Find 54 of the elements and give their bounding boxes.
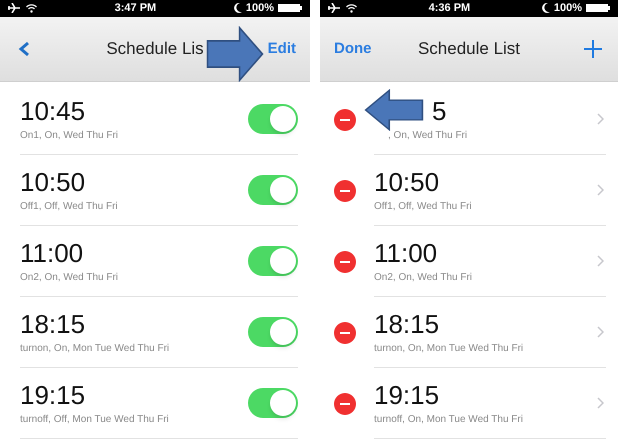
- battery-percent: 100%: [554, 1, 582, 16]
- screen-title: Schedule Lis: [106, 39, 204, 58]
- delete-icon[interactable]: [334, 180, 356, 202]
- schedule-detail: turnon, On, Mon Tue Wed Thu Fri: [374, 342, 524, 356]
- callout-arrow: [364, 89, 424, 131]
- screen-title: Schedule List: [418, 39, 520, 58]
- schedule-time: 19:15: [20, 380, 86, 410]
- schedule-detail: On2, On, Wed Thu Fri: [374, 270, 472, 284]
- schedule-detail: Off1, Off, Wed Thu Fri: [20, 200, 118, 214]
- schedule-detail: , On, Wed Thu Fri: [388, 128, 468, 142]
- nav-button[interactable]: Edit: [268, 38, 296, 60]
- schedule-detail: turnoff, On, Mon Tue Wed Thu Fri: [374, 412, 523, 426]
- schedule-time: 11:00: [20, 238, 84, 268]
- wifi-icon: [346, 4, 357, 13]
- airplane-icon: [328, 3, 340, 14]
- chevron-icon: [597, 255, 604, 267]
- schedule-time: 18:15: [20, 308, 86, 338]
- schedule-detail: On1, On, Wed Thu Fri: [20, 128, 118, 142]
- toggle-switch[interactable]: [248, 104, 298, 134]
- callout-arrow: [206, 26, 264, 82]
- status-time: 4:36 PM: [428, 1, 470, 16]
- schedule-time: 10:50: [374, 166, 440, 196]
- battery-percent: 100%: [246, 1, 274, 16]
- moon-icon: [542, 3, 550, 14]
- schedule-detail: Off1, Off, Wed Thu Fri: [374, 200, 472, 214]
- toggle-switch[interactable]: [248, 175, 298, 205]
- delete-icon[interactable]: [334, 250, 356, 272]
- chevron-icon: [597, 326, 604, 338]
- schedule-detail: turnon, On, Mon Tue Wed Thu Fri: [20, 342, 170, 356]
- chevron-icon: [597, 397, 604, 409]
- status-time: 3:47 PM: [114, 1, 156, 16]
- airplane-icon: [8, 3, 20, 14]
- schedule-time: 11:00: [374, 238, 438, 268]
- schedule-time: 10:45: [20, 96, 86, 126]
- delete-icon[interactable]: [334, 108, 356, 130]
- schedule-detail: turnoff, Off, Mon Tue Wed Thu Fri: [20, 412, 169, 426]
- wifi-icon: [26, 4, 37, 13]
- schedule-time: 10:50: [20, 166, 86, 196]
- toggle-switch[interactable]: [248, 317, 298, 347]
- moon-icon: [234, 3, 242, 14]
- schedule-detail: On2, On, Wed Thu Fri: [20, 270, 118, 284]
- battery-icon: [278, 3, 302, 14]
- toggle-switch[interactable]: [248, 246, 298, 276]
- toggle-switch[interactable]: [248, 388, 298, 418]
- schedule-time: 18:15: [374, 308, 440, 338]
- chevron-icon: [597, 113, 604, 125]
- battery-icon: [586, 3, 610, 14]
- add-icon[interactable]: [582, 38, 604, 60]
- delete-icon[interactable]: [334, 392, 356, 414]
- schedule-time: 19:15: [374, 380, 440, 410]
- delete-icon[interactable]: [334, 322, 356, 344]
- nav-button[interactable]: Done: [334, 38, 372, 60]
- chevron-icon: [597, 184, 604, 196]
- schedule-time: 5: [432, 96, 446, 126]
